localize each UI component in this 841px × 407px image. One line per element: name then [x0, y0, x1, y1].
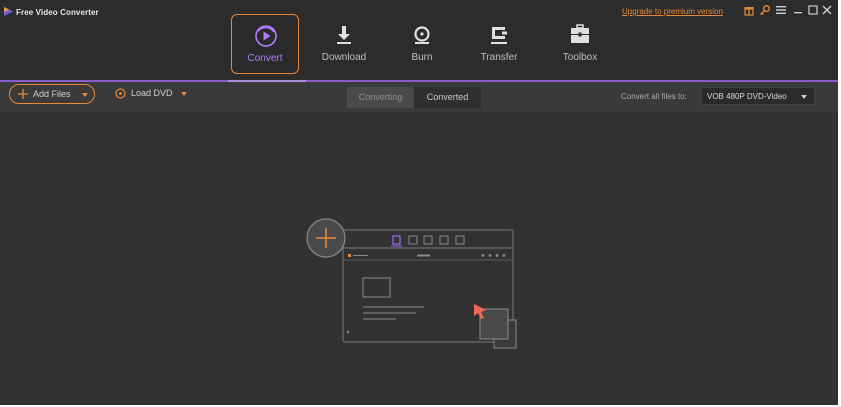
toolbox-icon	[571, 24, 589, 43]
nav-transfer[interactable]: Transfer	[465, 14, 533, 74]
illustration-file-front	[479, 308, 509, 340]
close-icon[interactable]	[821, 4, 833, 16]
app-logo-icon	[4, 7, 13, 16]
dvd-icon	[115, 88, 126, 99]
nav-transfer-label: Transfer	[480, 52, 518, 63]
transfer-icon	[491, 27, 507, 44]
burn-icon	[414, 26, 430, 44]
nav-burn[interactable]: Burn	[388, 14, 456, 74]
plus-icon	[18, 89, 28, 99]
chevron-down-icon[interactable]	[82, 93, 88, 97]
download-icon	[337, 26, 351, 44]
minimize-icon[interactable]	[792, 4, 804, 16]
add-files-button[interactable]: Add Files	[9, 84, 95, 104]
chevron-down-icon	[801, 95, 807, 99]
nav-convert[interactable]: Convert	[231, 14, 299, 74]
convert-all-label: Convert all files to:	[621, 92, 687, 101]
chevron-down-icon[interactable]	[181, 92, 187, 96]
title-bar: Free Video Converter Convert Download Bu…	[0, 0, 838, 80]
nav-toolbox[interactable]: Toolbox	[546, 14, 614, 74]
load-dvd-label: Load DVD	[131, 88, 173, 98]
key-icon[interactable]	[759, 4, 771, 16]
gift-icon[interactable]	[743, 4, 755, 16]
add-files-drop-zone[interactable]	[300, 214, 525, 354]
toolbar: Add Files Load DVD Converting Converted …	[0, 82, 838, 112]
nav-burn-label: Burn	[411, 52, 433, 63]
nav-convert-label: Convert	[247, 53, 283, 64]
upgrade-link[interactable]: Upgrade to premium version	[622, 7, 723, 16]
app-title: Free Video Converter	[16, 8, 99, 17]
load-dvd-button[interactable]: Load DVD	[113, 85, 193, 103]
nav-download-label: Download	[321, 52, 367, 63]
nav-toolbox-label: Toolbox	[562, 52, 598, 63]
convert-icon	[255, 25, 277, 47]
tab-converted[interactable]: Converted	[414, 87, 481, 108]
maximize-icon[interactable]	[807, 4, 819, 16]
output-format-select[interactable]: VOB 480P DVD-Video	[701, 87, 815, 105]
tab-converting[interactable]: Converting	[347, 87, 414, 108]
output-format-value: VOB 480P DVD-Video	[707, 92, 787, 101]
menu-icon[interactable]	[775, 4, 787, 16]
add-files-label: Add Files	[33, 89, 71, 99]
nav-download[interactable]: Download	[310, 14, 378, 74]
app-window: Free Video Converter Convert Download Bu…	[0, 0, 838, 405]
